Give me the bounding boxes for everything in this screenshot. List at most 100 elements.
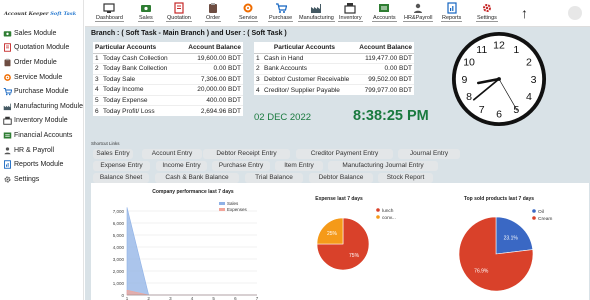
balance-accounts-table: Particular Accounts Account Balance 1 Cas…: [254, 42, 414, 95]
sidebar-item-quotation-module[interactable]: Quotation Module: [0, 41, 83, 56]
nav-label: Inventory: [338, 15, 363, 22]
legend-label[interactable]: conv...: [382, 216, 396, 221]
nav-service[interactable]: Service: [238, 2, 259, 22]
account-name: Debtor/ Customer Receivable: [262, 73, 355, 85]
accounts-icon: [3, 131, 12, 140]
shortcut-balance-sheet[interactable]: Balance Sheet: [93, 173, 149, 183]
sales-icon: [140, 2, 152, 14]
nav-settings[interactable]: Settings: [476, 2, 498, 22]
sidebar-item-label: Service Module: [14, 73, 63, 81]
sidebar-item-service-module[interactable]: Service Module: [0, 70, 83, 85]
hr-icon: [412, 2, 424, 14]
table-row: 2 Today Bank Collection 0.00 BDT: [93, 63, 243, 74]
service-icon: [242, 2, 254, 14]
shortcut-cash-bank-balance[interactable]: Cash & Bank Balance: [155, 173, 239, 183]
nav-quotation[interactable]: Quotation: [166, 2, 192, 22]
table-row: 3 Today Sale 7,306.00 BDT: [93, 73, 243, 85]
shortcut-account-entry[interactable]: Account Entry: [142, 149, 202, 159]
sidebar-item-label: Reports Module: [14, 161, 64, 169]
table-row: 4 Today Income 20,000.00 BDT: [93, 84, 243, 95]
sidebar-item-hr-payroll[interactable]: HR & Payroll: [0, 143, 83, 158]
sidebar-item-sales-module[interactable]: Sales Module: [0, 26, 83, 41]
pie-slice-label: 75%: [349, 253, 360, 259]
account-name: Cash in Hand: [262, 52, 355, 64]
legend-label[interactable]: lunch: [382, 208, 394, 214]
nav-reports[interactable]: Reports: [441, 2, 463, 22]
nav-sales[interactable]: Sales: [138, 2, 154, 22]
account-name: Today Profit/ Loss: [101, 105, 179, 116]
shortcut-purchase-entry[interactable]: Purchase Entry: [212, 161, 270, 171]
sidebar-item-financial-accounts[interactable]: Financial Accounts: [0, 128, 83, 143]
sidebar-item-label: Financial Accounts: [14, 131, 73, 139]
branch-user-info: Branch : ( Soft Task - Main Branch ) and…: [91, 30, 287, 37]
nav-label: Dashboard: [95, 15, 124, 22]
legend-label[interactable]: Cream: [538, 216, 552, 222]
nav-hr-payroll[interactable]: HR&Payroll: [403, 2, 434, 22]
sidebar-item-manufacturing-module[interactable]: Manufacturing Module: [0, 99, 83, 114]
account-name: Today Bank Collection: [101, 63, 179, 74]
nav-dashboard[interactable]: Dashboard: [95, 2, 124, 22]
legend-swatch: [219, 202, 225, 205]
legend-label[interactable]: Expenses: [227, 207, 248, 212]
x-tick-label: 5: [212, 296, 215, 300]
sidebar-item-label: Sales Module: [14, 29, 57, 37]
table-row: 1 Cash in Hand 119,477.00 BDT: [254, 52, 414, 64]
legend-label[interactable]: Sales: [227, 201, 239, 206]
sidebar-item-settings[interactable]: Settings: [0, 172, 83, 187]
nav-label: Order: [205, 15, 222, 22]
sidebar: Account Keeper Soft Task Sales Module Quo…: [0, 0, 84, 300]
shortcut-journal-entry[interactable]: Journal Entry: [398, 149, 460, 159]
order-icon: [207, 2, 219, 14]
shortcut-stock-report[interactable]: Stock Report: [378, 173, 433, 183]
sidebar-item-purchase-module[interactable]: Purchase Module: [0, 84, 83, 99]
row-index: 3: [93, 73, 101, 85]
sidebar-item-inventory-module[interactable]: Inventory Module: [0, 114, 83, 129]
row-index: 1: [254, 52, 262, 64]
shortcut-income-entry[interactable]: Income Entry: [156, 161, 207, 171]
scroll-up-icon[interactable]: ↑: [521, 5, 528, 21]
account-name: Bank Accounts: [262, 63, 355, 74]
nav-purchase[interactable]: Purchase: [268, 2, 294, 22]
accounts-icon: [378, 2, 390, 14]
shortcut-item-entry[interactable]: Item Entry: [275, 161, 323, 171]
shortcut-trial-balance[interactable]: Trial Balance: [245, 173, 303, 183]
clock-numeral: 2: [526, 57, 532, 69]
row-index: 2: [254, 63, 262, 74]
shortcut-debtor-receipt-entry[interactable]: Debtor Receipt Entry: [203, 149, 290, 159]
account-balance: 7,306.00 BDT: [178, 73, 243, 85]
legend-swatch: [532, 216, 536, 220]
clock-numeral: 8: [466, 91, 472, 103]
chart-title: Expense last 7 days: [315, 196, 363, 202]
shortcut-sales-entry[interactable]: Sales Entry: [93, 149, 133, 159]
y-tick-label: 5,000: [113, 233, 125, 238]
sidebar-item-order-module[interactable]: Order Module: [0, 55, 83, 70]
sidebar-item-reports-module[interactable]: Reports Module: [0, 157, 83, 172]
nav-label: Accounts: [372, 15, 397, 22]
reports-icon: [446, 2, 458, 14]
x-tick-label: 2: [147, 296, 150, 300]
x-tick-label: 6: [234, 296, 237, 300]
clock-numeral: 12: [493, 39, 505, 51]
inventory-icon: [3, 116, 12, 126]
x-tick-label: 3: [169, 296, 172, 300]
avatar[interactable]: [568, 6, 582, 20]
nav-inventory[interactable]: Inventory: [338, 2, 363, 22]
nav-order[interactable]: Order: [205, 2, 222, 22]
nav-accounts[interactable]: Accounts: [372, 2, 397, 22]
app-logo: Account Keeper Soft Task: [0, 0, 83, 26]
table-row: 5 Today Expense 400.00 BDT: [93, 94, 243, 106]
legend-swatch: [376, 215, 380, 219]
pie-slice-label: 76.9%: [474, 269, 489, 275]
shortcut-manufacturing-journal-entry[interactable]: Manufacturing Journal Entry: [328, 161, 438, 171]
nav-manufacturing[interactable]: Manufacturing: [298, 2, 335, 22]
shortcut-debtor-balance[interactable]: Debtor Balance: [309, 173, 373, 183]
today-accounts-table: Particular Accounts Account Balance 1 Tod…: [93, 42, 243, 116]
expense-pie-chart: Expense last 7 days 75% lunch 25% conv...: [315, 196, 396, 271]
legend-swatch: [219, 208, 225, 211]
legend-label[interactable]: Oil: [538, 209, 544, 215]
pie-slice-label: 23.1%: [504, 235, 519, 241]
shortcut-expense-entry[interactable]: Expense Entry: [93, 161, 150, 171]
account-balance: 0.00 BDT: [178, 63, 243, 74]
shortcut-creditor-payment-entry[interactable]: Creditor Payment Entry: [296, 149, 393, 159]
table-header-particular: Particular Accounts: [93, 42, 179, 54]
